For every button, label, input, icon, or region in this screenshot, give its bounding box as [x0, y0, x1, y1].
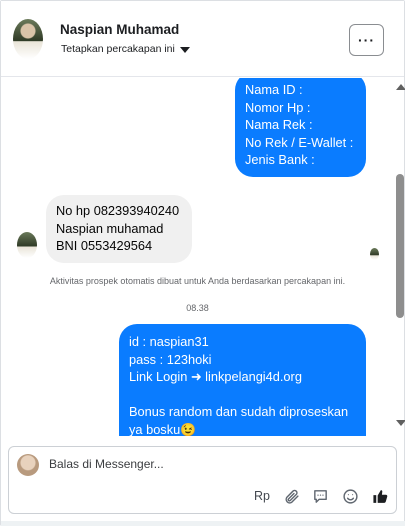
chat-bubble-icon[interactable] [310, 487, 330, 505]
chat-scrollbar[interactable] [394, 78, 405, 436]
thumbs-up-icon[interactable] [370, 487, 390, 505]
system-note: Aktivitas prospek otomatis dibuat untuk … [49, 276, 346, 286]
conversation-header: Naspian Muhamad Tetapkan percakapan ini … [1, 1, 404, 77]
payment-button[interactable]: Rp [252, 487, 272, 505]
seen-receipt-avatar [370, 248, 379, 260]
scrollbar-thumb[interactable] [396, 174, 404, 318]
scroll-down-arrow-icon[interactable] [396, 420, 405, 426]
contact-avatar[interactable] [13, 19, 43, 59]
page-avatar [17, 454, 39, 476]
more-options-button[interactable]: ··· [349, 24, 384, 56]
reply-input[interactable] [49, 457, 349, 471]
message-thread: Nama ID : Nomor Hp : Nama Rek : No Rek /… [1, 78, 394, 436]
message-timestamp: 08.38 [186, 303, 209, 313]
emoji-icon[interactable] [340, 487, 360, 505]
message-bubble-outgoing: Nama ID : Nomor Hp : Nama Rek : No Rek /… [235, 78, 366, 177]
sender-avatar [17, 232, 37, 258]
message-bubble-outgoing: id : naspian31 pass : 123hoki Link Login… [119, 324, 366, 436]
paperclip-icon[interactable] [281, 487, 301, 505]
reply-composer: Rp [8, 446, 397, 514]
messenger-window: Naspian Muhamad Tetapkan percakapan ini … [0, 0, 405, 526]
conversation-setting-dropdown[interactable]: Tetapkan percakapan ini [61, 43, 190, 55]
conversation-setting-label: Tetapkan percakapan ini [61, 43, 175, 55]
chevron-down-icon [179, 46, 190, 53]
footer-strip [1, 521, 405, 526]
contact-name[interactable]: Naspian Muhamad [60, 22, 179, 37]
message-bubble-incoming: No hp 082393940240 Naspian muhamad BNI 0… [46, 195, 192, 263]
scroll-up-arrow-icon[interactable] [396, 84, 405, 90]
